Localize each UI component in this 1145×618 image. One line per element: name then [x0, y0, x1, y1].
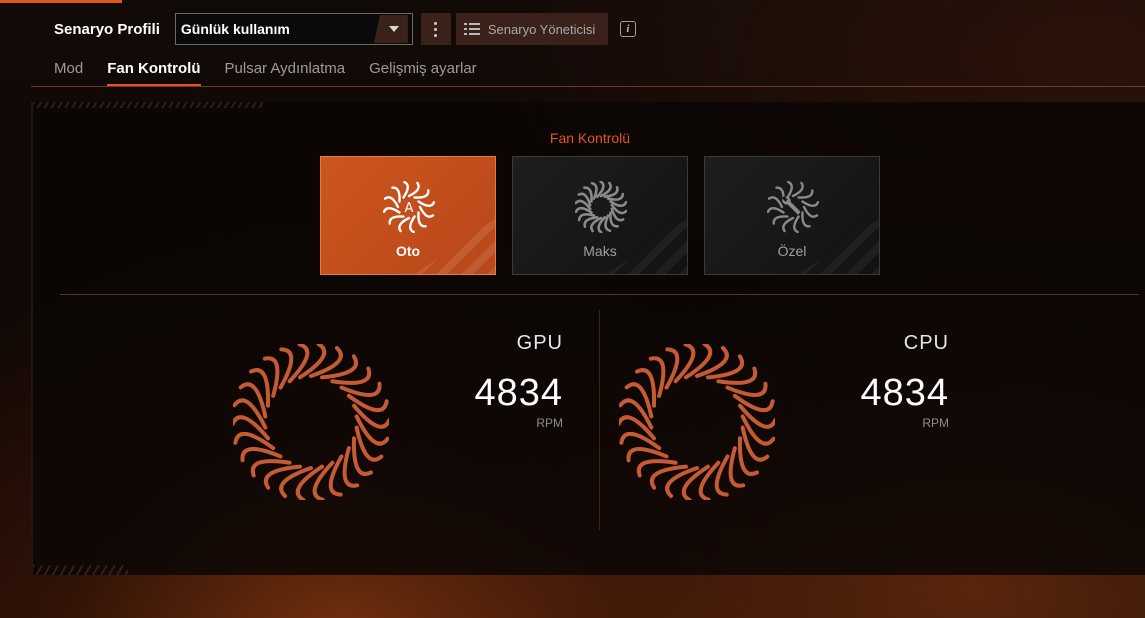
cpu-fan-block: CPU 4834 RPM	[619, 322, 949, 522]
fan-custom-icon	[767, 181, 819, 233]
profile-select-value: Günlük kullanım	[180, 21, 290, 37]
fan-blade	[233, 432, 276, 451]
fan-blade	[619, 432, 662, 451]
top-accent-bar	[0, 0, 122, 3]
gpu-fan-block: GPU 4834 RPM	[233, 322, 563, 522]
fan-max-icon	[575, 181, 627, 233]
section-divider	[60, 294, 1139, 295]
fan-blade	[398, 216, 411, 233]
fan-blade	[383, 196, 400, 209]
svg-text:A: A	[405, 201, 414, 216]
mode-label-custom: Özel	[777, 243, 807, 259]
dot	[434, 27, 438, 31]
dot	[434, 21, 438, 25]
cpu-rpm-value: 4834	[860, 372, 949, 414]
fan-control-panel: Fan Kontrolü A Oto Maks Özel GPU 4834 RP…	[31, 102, 1145, 575]
fan-blade	[772, 215, 789, 225]
cpu-label: CPU	[903, 332, 949, 354]
more-options-button[interactable]	[420, 13, 451, 45]
mode-card-auto[interactable]: A Oto	[320, 156, 496, 275]
fan-blade	[791, 181, 804, 198]
fan-blade	[797, 189, 814, 199]
tab-pulsar-lighting[interactable]: Pulsar Aydınlatma	[225, 60, 346, 86]
profile-header: Senaryo Profili Günlük kullanım Senaryo …	[54, 13, 636, 45]
panel-decoration	[33, 565, 128, 575]
fan-blade	[391, 186, 401, 203]
fan-blade	[388, 215, 405, 225]
fan-blade	[767, 196, 784, 209]
gpu-fan-icon	[233, 344, 389, 500]
fan-blade	[417, 211, 427, 228]
chevron-down-icon[interactable]	[373, 15, 408, 43]
tab-advanced-settings[interactable]: Gelişmiş ayarlar	[369, 60, 477, 86]
fan-blade	[732, 393, 775, 412]
cpu-fan-icon	[619, 344, 775, 500]
tab-bar: Mod Fan Kontrolü Pulsar Aydınlatma Geliş…	[54, 60, 477, 87]
scenario-manager-button[interactable]: Senaryo Yöneticisi	[455, 13, 608, 45]
fan-blade	[346, 393, 389, 412]
fan-control-title: Fan Kontrolü	[549, 130, 631, 146]
panel-decoration	[33, 102, 263, 108]
mode-card-max[interactable]: Maks	[512, 156, 688, 275]
fan-blade	[802, 205, 819, 218]
gpu-rpm-unit: RPM	[536, 416, 563, 430]
fan-divider	[599, 310, 600, 530]
mode-label-max: Maks	[583, 243, 617, 259]
tab-divider	[31, 86, 1145, 87]
fan-blade	[413, 189, 430, 199]
scenario-manager-label: Senaryo Yöneticisi	[487, 21, 596, 37]
gpu-label: GPU	[516, 332, 563, 354]
tab-fan-control[interactable]: Fan Kontrolü	[107, 60, 201, 87]
fan-blade	[782, 216, 795, 233]
mode-label-auto: Oto	[395, 243, 421, 259]
fan-auto-icon: A	[383, 181, 435, 233]
fan-blade	[407, 181, 420, 198]
gpu-rpm-value: 4834	[474, 372, 563, 414]
info-icon[interactable]: i	[619, 21, 636, 37]
fan-blade	[418, 205, 435, 218]
mode-card-custom[interactable]: Özel	[704, 156, 880, 275]
dot	[434, 33, 438, 37]
tab-mod[interactable]: Mod	[54, 60, 83, 86]
list-icon	[463, 22, 480, 36]
cpu-rpm-unit: RPM	[922, 416, 949, 430]
profile-select[interactable]: Günlük kullanım	[174, 13, 413, 45]
fan-blade	[801, 211, 811, 228]
profile-label: Senaryo Profili	[54, 20, 160, 38]
